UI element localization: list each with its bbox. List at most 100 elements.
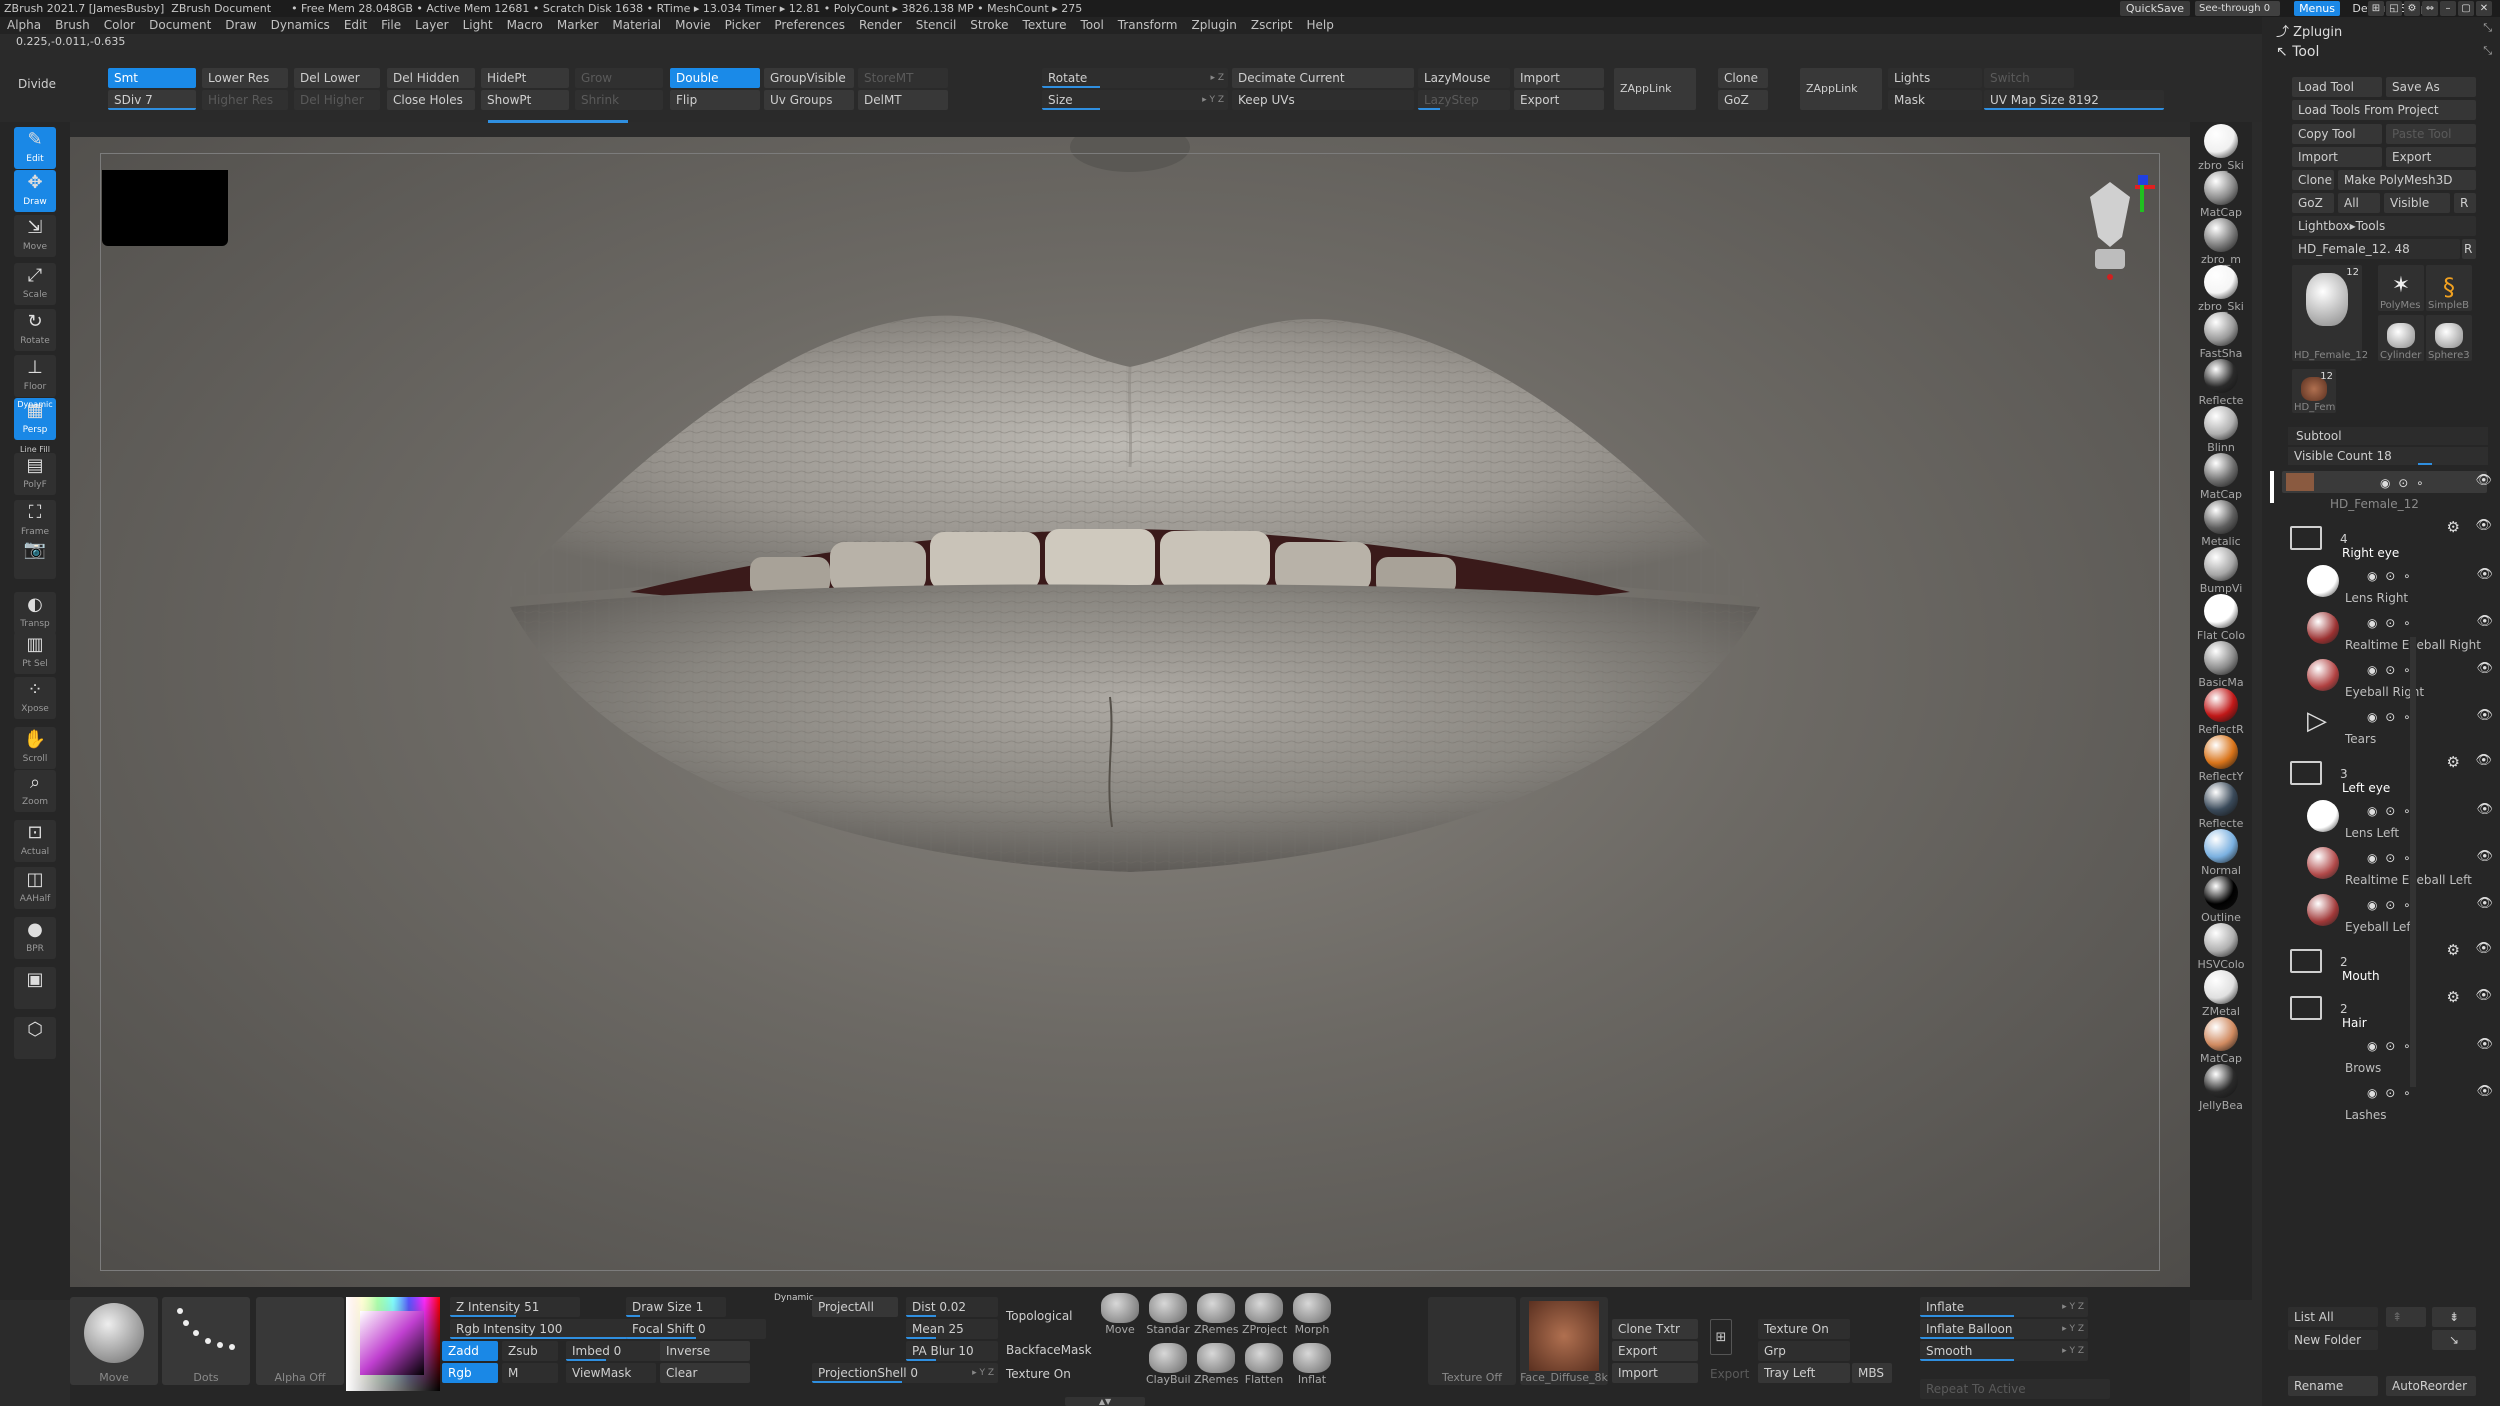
move-up-icon[interactable]: ⇞: [2386, 1307, 2426, 1327]
brush-thumbnail[interactable]: Move: [70, 1297, 158, 1385]
close-holes-button[interactable]: Close Holes: [387, 90, 475, 110]
inverse-button[interactable]: Inverse: [660, 1341, 750, 1361]
eye-icon[interactable]: 👁: [2475, 473, 2492, 488]
current-tool-r-button[interactable]: R: [2462, 239, 2476, 259]
load-tools-from-project-button[interactable]: Load Tools From Project: [2292, 100, 2476, 120]
shelf-expand-icon[interactable]: ▲▼: [1065, 1397, 1145, 1406]
tool-goz-button[interactable]: GoZ: [2292, 193, 2334, 213]
del-hidden-button[interactable]: Del Hidden: [387, 68, 475, 88]
subtool-folder[interactable]: 2 ⚙ 👁 Mouth: [2262, 939, 2500, 983]
eye-icon[interactable]: 👁: [2476, 802, 2493, 817]
double-toggle[interactable]: Double: [670, 68, 760, 88]
material-swatch[interactable]: ZMetal: [2196, 970, 2246, 1018]
current-tool-slider[interactable]: HD_Female_12. 48: [2292, 239, 2460, 259]
material-swatch[interactable]: zbro_m: [2196, 218, 2246, 266]
material-swatch[interactable]: zbro_Ski: [2196, 124, 2246, 172]
pa-blur-slider[interactable]: PA Blur 10: [906, 1341, 998, 1361]
menu-movie[interactable]: Movie: [675, 17, 711, 34]
hidept-button[interactable]: HidePt: [481, 68, 569, 88]
gear-icon[interactable]: ⚙: [2447, 988, 2460, 1006]
tool-import-button[interactable]: Import: [2292, 147, 2382, 167]
switch-button[interactable]: Switch: [1984, 68, 2074, 88]
color-picker[interactable]: [346, 1297, 440, 1391]
menu-marker[interactable]: Marker: [557, 17, 598, 34]
move-down-icon[interactable]: ⇟: [2432, 1307, 2476, 1327]
tool-thumbnail[interactable]: Sphere3: [2426, 315, 2472, 361]
visible-count-slider[interactable]: Visible Count 18: [2288, 447, 2488, 465]
clear-button[interactable]: Clear: [660, 1363, 750, 1383]
goz-all-button[interactable]: All: [2338, 193, 2380, 213]
mask-button[interactable]: Mask: [1888, 90, 1982, 110]
tool-aahalf[interactable]: ◫ AAHalf: [14, 867, 56, 909]
menus-button[interactable]: Menus: [2294, 1, 2340, 16]
subtool-item[interactable]: ◉ ⊙ ∘ 👁 Brows: [2297, 1031, 2497, 1078]
material-swatch[interactable]: MatCap: [2196, 453, 2246, 501]
menu-tool[interactable]: Tool: [1080, 17, 1103, 34]
gear-icon[interactable]: ⚙: [2447, 753, 2460, 771]
material-swatch[interactable]: Reflecte: [2196, 782, 2246, 830]
tool-floor[interactable]: ⊥ Floor: [14, 355, 56, 397]
texture-import-button[interactable]: Import: [1612, 1363, 1698, 1383]
tool-scroll[interactable]: ✋ Scroll: [14, 727, 56, 769]
menu-transform[interactable]: Transform: [1118, 17, 1178, 34]
tool-item-18[interactable]: ▣: [14, 967, 56, 1009]
material-swatch[interactable]: MatCap: [2196, 1017, 2246, 1065]
tool-draw[interactable]: ✥ Draw: [14, 170, 56, 212]
zapplink-button-1[interactable]: ZAppLink: [1614, 68, 1696, 110]
menu-dynamics[interactable]: Dynamics: [271, 17, 330, 34]
viewmask-button[interactable]: ViewMask: [566, 1363, 656, 1383]
texture-export-dim-button[interactable]: Export: [1710, 1367, 1749, 1381]
subtool-folder[interactable]: 2 ⚙ 👁 Hair: [2262, 986, 2500, 1030]
subtool-item[interactable]: ◉ ⊙ ∘ 👁 Realtime Eyeball Right: [2297, 608, 2497, 655]
tool-scale[interactable]: ⤢ Scale: [14, 263, 56, 305]
menu-brush[interactable]: Brush: [55, 17, 90, 34]
smt-toggle[interactable]: Smt: [108, 68, 196, 88]
texture-on-toggle[interactable]: Texture On: [1006, 1367, 1071, 1381]
subtool-toggles-icon[interactable]: ◉ ⊙ ∘: [2367, 1086, 2413, 1100]
subtool-folder[interactable]: 3 ⚙ 👁 Left eye: [2262, 751, 2500, 795]
brush-slot[interactable]: ZRemes: [1194, 1343, 1239, 1386]
keep-uvs-toggle[interactable]: Keep UVs: [1232, 90, 1414, 110]
tool-actual[interactable]: ⊡ Actual: [14, 820, 56, 862]
uv-groups-button[interactable]: Uv Groups: [764, 90, 854, 110]
lazystep-slider[interactable]: LazyStep: [1418, 90, 1510, 110]
tool-export-button[interactable]: Export: [2386, 147, 2476, 167]
sdiv-slider[interactable]: SDiv 7: [108, 90, 196, 110]
subtool-toggles-icon[interactable]: ◉ ⊙ ∘: [2367, 663, 2413, 677]
tool-item-19[interactable]: ⬡: [14, 1017, 56, 1059]
brush-slot[interactable]: ClayBuil: [1146, 1343, 1191, 1386]
texture-export-button[interactable]: Export: [1612, 1341, 1698, 1361]
subtool-item[interactable]: ◉ ⊙ ∘ 👁 Lens Right: [2297, 561, 2497, 608]
subtool-item[interactable]: ◉ ⊙ ∘ 👁 Lens Left: [2297, 796, 2497, 843]
delmt-button[interactable]: DelMT: [858, 90, 948, 110]
material-swatch[interactable]: ReflectY: [2196, 735, 2246, 783]
goz-button[interactable]: GoZ: [1718, 90, 1768, 110]
window-icon[interactable]: ◱: [2386, 1, 2402, 16]
tool-thumbnail[interactable]: Cylinder: [2378, 315, 2424, 361]
menu-document[interactable]: Document: [149, 17, 211, 34]
rgb-intensity-slider[interactable]: Rgb Intensity 100: [450, 1319, 630, 1339]
save-as-button[interactable]: Save As: [2386, 77, 2476, 97]
eye-icon[interactable]: 👁: [2476, 661, 2493, 676]
copy-tool-button[interactable]: Copy Tool: [2292, 124, 2382, 144]
menu-edit[interactable]: Edit: [344, 17, 367, 34]
subtool-toggles-icon[interactable]: ◉ ⊙ ∘: [2367, 898, 2413, 912]
material-swatch[interactable]: MatCap: [2196, 171, 2246, 219]
tool-header[interactable]: ↖ Tool: [2276, 44, 2319, 60]
menu-macro[interactable]: Macro: [507, 17, 543, 34]
subtool-toggles-icon[interactable]: ◉ ⊙ ∘: [2367, 616, 2413, 630]
del-lower-button[interactable]: Del Lower: [294, 68, 380, 88]
material-swatch[interactable]: Outline: [2196, 876, 2246, 924]
smooth-slider[interactable]: Smooth ▸ Y Z: [1920, 1341, 2088, 1361]
face-diffuse-thumbnail[interactable]: Face_Diffuse_8k: [1520, 1297, 1608, 1385]
draw-size-slider[interactable]: Draw Size 1: [626, 1297, 726, 1317]
flip-button[interactable]: Flip: [670, 90, 760, 110]
uv-map-size-slider[interactable]: UV Map Size 8192: [1984, 90, 2164, 110]
tool-item-9[interactable]: 📷: [14, 537, 56, 579]
eye-icon[interactable]: 👁: [2476, 614, 2493, 629]
z-intensity-slider[interactable]: Z Intensity 51: [450, 1297, 580, 1317]
backfacemask-toggle[interactable]: BackfaceMask: [1006, 1343, 1092, 1357]
minimize-icon[interactable]: –: [2440, 1, 2456, 16]
make-polymesh3d-button[interactable]: Make PolyMesh3D: [2338, 170, 2476, 190]
menu-alpha[interactable]: Alpha: [7, 17, 41, 34]
